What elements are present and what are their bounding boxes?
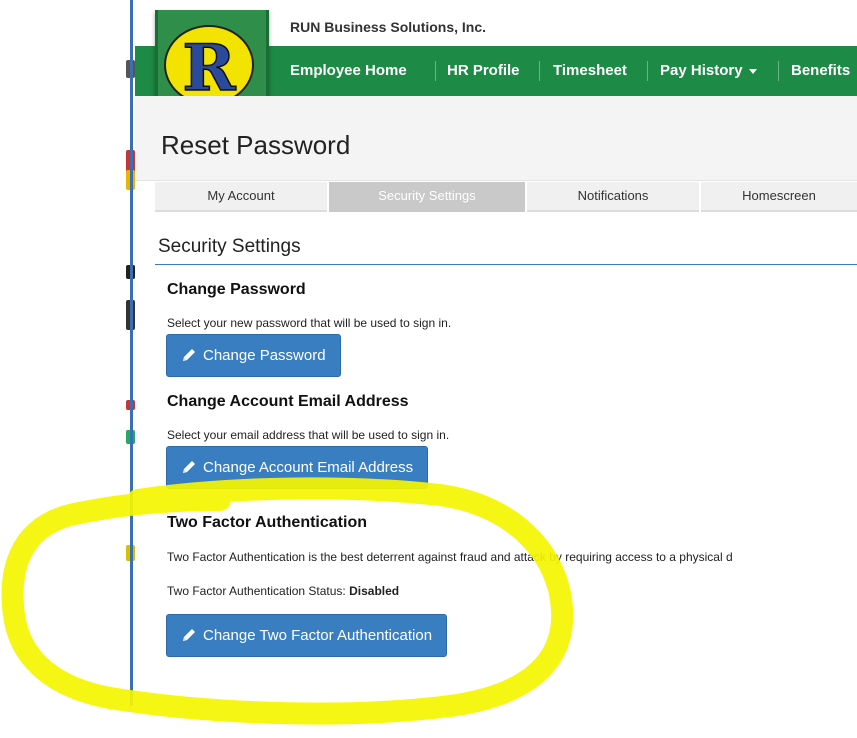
section-divider — [155, 264, 857, 265]
page-title: Reset Password — [161, 130, 351, 160]
change-email-button[interactable]: Change Account Email Address — [166, 446, 429, 489]
two-factor-status-value: Disabled — [349, 584, 400, 598]
two-factor-status: Two Factor Authentication Status: Disabl… — [167, 584, 399, 598]
logo-letter: R — [182, 31, 236, 106]
section-heading: Security Settings — [158, 236, 301, 257]
change-email-heading: Change Account Email Address — [167, 393, 409, 410]
nav-pay-history-label: Pay History — [660, 62, 743, 79]
nav-pay-history[interactable]: Pay History — [660, 46, 757, 96]
company-name: RUN Business Solutions, Inc. — [290, 19, 487, 35]
change-two-factor-button-label: Change Two Factor Authentication — [203, 627, 433, 644]
pencil-icon — [183, 628, 195, 641]
nav-employee-home[interactable]: Employee Home — [290, 46, 407, 96]
page-title-bar: Reset Password — [135, 96, 857, 181]
nav-timesheet[interactable]: Timesheet — [553, 46, 627, 96]
pencil-icon — [183, 348, 195, 361]
nav-benefits[interactable]: Benefits — [791, 46, 850, 96]
change-password-button[interactable]: Change Password — [166, 334, 341, 377]
chevron-down-icon — [748, 68, 757, 74]
pencil-icon — [183, 460, 195, 473]
app-window: RUN Business Solutions, Inc. Employee Ho… — [135, 10, 857, 738]
two-factor-status-label: Two Factor Authentication Status: — [167, 584, 346, 598]
nav-separator — [539, 61, 540, 81]
tab-homescreen[interactable]: Homescreen — [701, 182, 857, 212]
tab-notifications[interactable]: Notifications — [527, 182, 699, 212]
two-factor-description: Two Factor Authentication is the best de… — [167, 550, 733, 564]
logo-emblem-icon: R — [164, 25, 254, 107]
background-window-edge — [130, 0, 133, 706]
change-email-button-label: Change Account Email Address — [203, 459, 414, 476]
background-window-strip — [0, 0, 135, 738]
change-password-heading: Change Password — [167, 281, 306, 298]
nav-separator — [647, 61, 648, 81]
settings-tabs: My Account Security Settings Notificatio… — [155, 182, 857, 212]
change-password-button-label: Change Password — [203, 347, 326, 364]
change-email-description: Select your email address that will be u… — [167, 428, 450, 442]
tab-my-account[interactable]: My Account — [155, 182, 327, 212]
nav-separator — [778, 61, 779, 81]
nav-separator — [435, 61, 436, 81]
two-factor-heading: Two Factor Authentication — [167, 514, 367, 531]
change-two-factor-button[interactable]: Change Two Factor Authentication — [166, 614, 448, 657]
change-password-description: Select your new password that will be us… — [167, 316, 452, 330]
tab-security-settings[interactable]: Security Settings — [329, 182, 525, 212]
nav-hr-profile[interactable]: HR Profile — [447, 46, 520, 96]
